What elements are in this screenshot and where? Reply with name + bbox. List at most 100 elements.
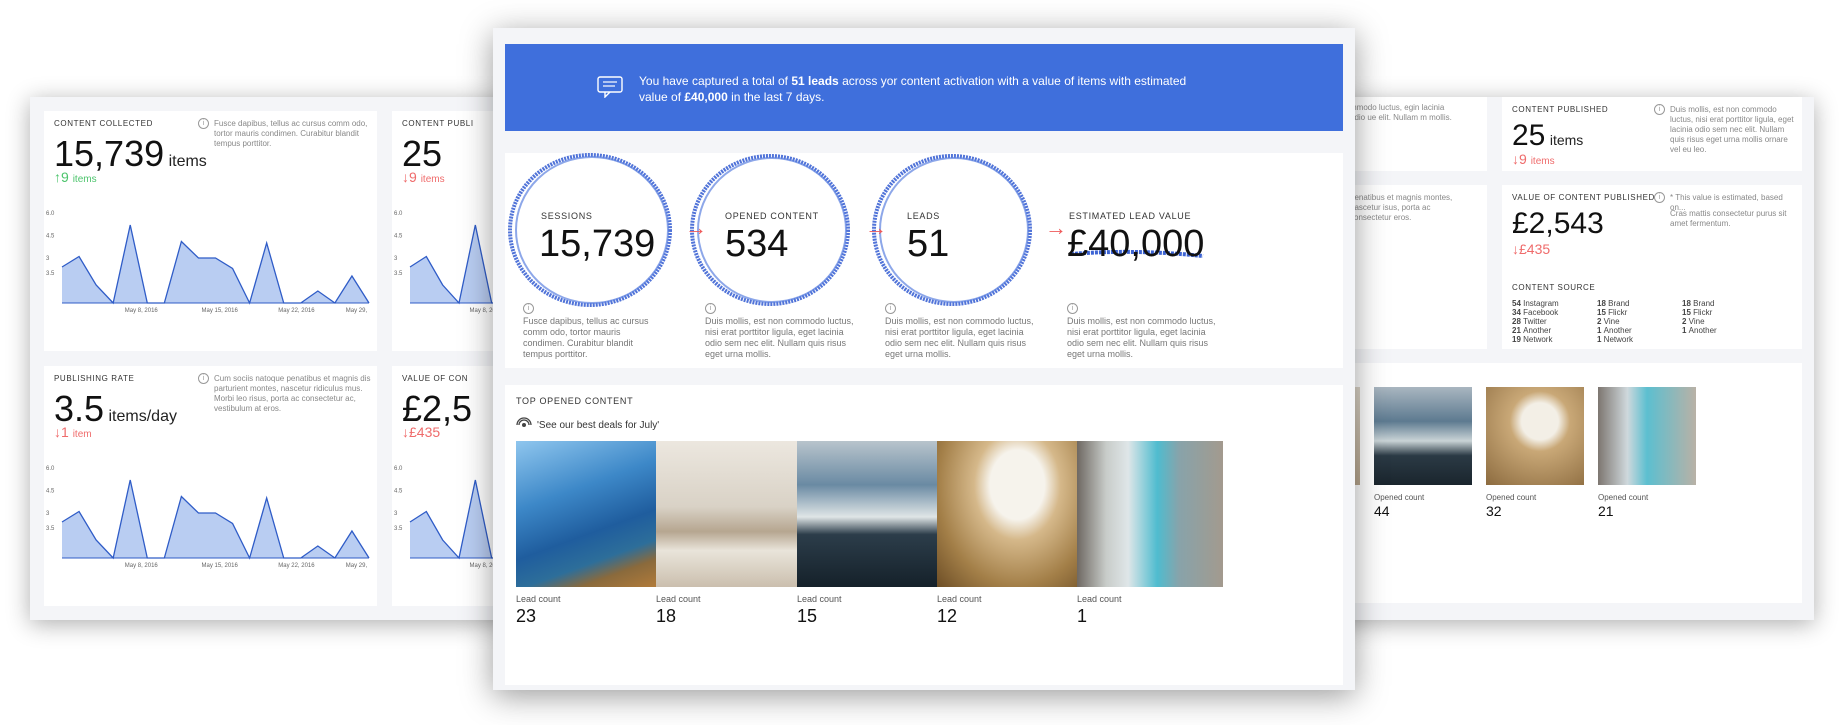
info-icon[interactable]: i — [705, 303, 716, 314]
source-count: 18 — [1597, 299, 1609, 308]
content-published-delta: ↓9 items — [402, 169, 445, 185]
opened-count-label: Opened count — [1486, 493, 1537, 502]
info-icon[interactable]: i — [1654, 104, 1665, 115]
x-tick-label: May 8, 2016 — [125, 563, 159, 569]
source-name: Facebook — [1523, 308, 1559, 317]
arrow-right-icon: → — [685, 215, 707, 240]
main-dashboard-sheet: You have captured a total of 51 leads ac… — [493, 28, 1355, 690]
source-name: Twitter — [1523, 317, 1547, 326]
opened-count-value: 21 — [1598, 503, 1614, 519]
lead-count-value: 15 — [797, 606, 818, 626]
source-count: 1 — [1597, 326, 1604, 335]
thumb-pool-terrace-room[interactable] — [1077, 441, 1223, 587]
source-name: Instagram — [1523, 299, 1559, 308]
source-name: Another — [1688, 326, 1717, 335]
funnel-card: → → → SESSIONS 15,739 OPENED CONTENT 534… — [505, 153, 1343, 368]
arrow-down-icon: ↓ — [54, 424, 61, 440]
estimated-lead-value-label: ESTIMATED LEAD VALUE — [1069, 211, 1192, 221]
summary-text-c: in the last 7 days. — [731, 90, 825, 104]
content-source-label: CONTENT SOURCE — [1512, 283, 1596, 292]
y-tick-label: 3 — [46, 256, 50, 262]
opened-count-label: Opened count — [1598, 493, 1649, 502]
y-tick-label: 3.5 — [394, 526, 403, 532]
delta-unit: item — [72, 429, 92, 440]
source-row: 54 Instagram — [1512, 299, 1559, 308]
arrow-down-icon: ↓ — [402, 169, 409, 185]
source-name: Another — [1523, 326, 1552, 335]
value-label: VALUE OF CON — [402, 374, 469, 383]
content-published-label: CONTENT PUBLI — [402, 119, 474, 128]
sessions-description: Fusce dapibus, tellus ac cursus comm odo… — [523, 316, 649, 359]
content-collected-label: CONTENT COLLECTED — [54, 119, 153, 128]
info-icon[interactable]: i — [198, 118, 209, 129]
content-published-metric: 25 items — [1512, 119, 1583, 153]
y-tick-label: 4.5 — [394, 489, 403, 495]
y-tick-label: 6.0 — [394, 211, 403, 217]
source-row: 18 Brand — [1597, 299, 1629, 308]
arrow-up-icon: ↑ — [54, 169, 61, 185]
source-count: 21 — [1512, 326, 1524, 335]
opened-count-value: 32 — [1486, 503, 1502, 519]
thumb-coastal-cliff[interactable] — [516, 441, 662, 587]
delta-unit: items — [420, 174, 445, 185]
opened-count-value: 44 — [1374, 503, 1390, 519]
delta-unit: items — [72, 174, 97, 185]
content-collected-unit: items — [168, 153, 207, 170]
message-icon — [597, 76, 623, 98]
content-collected-delta: ↑9 items — [54, 169, 97, 185]
source-name: Vine — [1603, 317, 1620, 326]
info-icon[interactable]: i — [523, 303, 534, 314]
source-count: 34 — [1512, 308, 1524, 317]
thumb-bedroom-interior[interactable] — [656, 441, 802, 587]
lead-count-label: Lead count — [1077, 594, 1122, 604]
source-count: 19 — [1512, 335, 1524, 344]
content-published-delta: ↓9 items — [1512, 151, 1555, 167]
opened-content-description: Duis mollis, est non commodo luctus, nis… — [705, 316, 854, 359]
y-tick-label: 3.5 — [46, 271, 55, 277]
lead-count-label: Lead count — [937, 594, 982, 604]
partial-description-2: penatibus et magnis montes, nascetur isu… — [1350, 193, 1453, 222]
y-tick-label: 6.0 — [46, 211, 55, 217]
summary-text: You have captured a total of 51 leads ac… — [639, 73, 1199, 105]
campaign-name[interactable]: 'See our best deals for July' — [537, 420, 659, 431]
publishing-rate-description: Cum sociis natoque penatibus et magnis d… — [214, 374, 371, 413]
source-row: 2 Vine — [1597, 317, 1620, 326]
source-count: 1 — [1597, 335, 1604, 344]
delta-value: 1 — [61, 424, 69, 440]
source-count: 1 — [1682, 326, 1689, 335]
content-published-unit: items — [1549, 132, 1584, 148]
source-row: 34 Facebook — [1512, 308, 1558, 317]
info-icon[interactable]: i — [1067, 303, 1078, 314]
publishing-rate-value: 3.5 — [54, 388, 105, 429]
series-area — [62, 480, 369, 558]
thumb-sea-sunset — [1374, 387, 1472, 485]
y-tick-label: 6.0 — [394, 466, 403, 472]
content-collected-card: CONTENT COLLECTED i Fusce dapibus, tellu… — [44, 111, 377, 351]
content-collected-chart: 6.0 4.5 3 3.5 May 8, 2016 May 15, 2016 May 22,… — [46, 211, 370, 314]
thumb-sea-sunset-boat[interactable] — [797, 441, 943, 587]
right-dashboard-sheet: mmodo luctus, egin lacinia odio ue elit.… — [1330, 97, 1814, 620]
delta-value: 9 — [61, 169, 69, 185]
source-row: 18 Brand — [1682, 299, 1714, 308]
publishing-rate-card: PUBLISHING RATE i Cum sociis natoque pen… — [44, 366, 377, 606]
content-published-label: CONTENT PUBLISHED — [1512, 105, 1609, 114]
value-published-description: Cras mattis consectetur purus sit amet f… — [1670, 209, 1787, 228]
thumb-pool-room — [1598, 387, 1696, 485]
delta-value: 9 — [1519, 151, 1527, 167]
source-name: Network — [1603, 335, 1634, 344]
info-icon[interactable]: i — [1654, 192, 1665, 203]
y-tick-label: 4.5 — [46, 489, 55, 495]
source-count: 15 — [1682, 308, 1694, 317]
content-source-card: CONTENT SOURCE 54 Instagram 34 Facebook 28… — [1502, 275, 1802, 349]
info-icon[interactable]: i — [885, 303, 896, 314]
y-tick-label: 4.5 — [46, 234, 55, 240]
lead-count-value: 1 — [1077, 606, 1088, 626]
thumb-hat-on-book[interactable] — [937, 441, 1083, 587]
info-icon[interactable]: i — [198, 373, 209, 384]
source-count: 54 — [1512, 299, 1524, 308]
y-tick-label: 3 — [46, 511, 50, 517]
wifi-target-icon — [516, 417, 532, 427]
delta-value: £435 — [409, 424, 441, 440]
value-published-delta: ↓£435 — [1512, 241, 1550, 257]
x-tick-label: May 29, — [346, 563, 368, 569]
